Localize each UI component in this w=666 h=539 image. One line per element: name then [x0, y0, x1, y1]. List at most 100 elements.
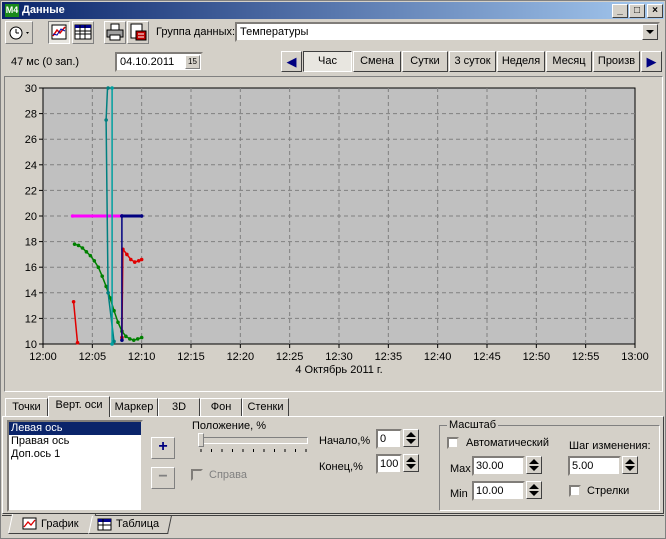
timing-status: 47 мс (0 зап.) — [11, 56, 80, 68]
axis-list-item[interactable]: Левая ось — [9, 422, 141, 435]
date-field[interactable]: 04.10.2011 15 — [115, 52, 203, 72]
title-bar[interactable]: M4 Данные _ □ × — [2, 2, 664, 19]
period-prev-button[interactable]: ◀ — [281, 51, 302, 72]
settings-tab[interactable]: Точки — [5, 398, 48, 416]
data-point — [106, 86, 110, 90]
data-point — [110, 86, 114, 90]
close-button[interactable]: × — [647, 4, 663, 18]
settings-tab[interactable]: Маркер — [110, 398, 158, 416]
x-tick-label: 12:50 — [523, 351, 551, 363]
settings-tab[interactable]: Фон — [200, 398, 242, 416]
x-tick-label: 13:00 — [621, 351, 649, 363]
max-value: 30.00 — [476, 460, 504, 472]
step-label: Шаг изменения: — [569, 440, 651, 452]
max-spinner[interactable] — [526, 456, 542, 474]
period-button[interactable]: Месяц — [546, 51, 592, 72]
y-tick-label: 28 — [25, 109, 37, 121]
data-point — [80, 246, 85, 250]
maximize-button[interactable]: □ — [629, 4, 645, 18]
data-point — [124, 334, 128, 339]
print-button[interactable] — [104, 21, 126, 44]
right-side-checkbox[interactable] — [191, 469, 203, 481]
axis-list[interactable]: Левая ось Правая ось Доп.ось 1 — [7, 420, 143, 512]
data-point — [96, 265, 101, 269]
export-button[interactable] — [127, 21, 149, 44]
data-point — [72, 242, 77, 246]
position-slider-thumb[interactable] — [198, 433, 204, 447]
end-spinner[interactable] — [403, 454, 419, 472]
table-view-button[interactable] — [72, 21, 94, 44]
data-point — [135, 337, 140, 341]
spinner-arrows-icon — [406, 432, 416, 444]
data-point — [104, 118, 108, 122]
data-point — [132, 260, 137, 264]
period-button[interactable]: 3 суток — [449, 51, 496, 72]
chart-view-button[interactable] — [48, 21, 70, 44]
settings-tab[interactable]: Стенки — [242, 398, 289, 416]
data-point — [128, 337, 132, 341]
start-spinner[interactable] — [403, 429, 419, 447]
step-value: 5.00 — [572, 460, 594, 472]
max-label: Max — [450, 463, 471, 475]
data-point — [139, 335, 144, 340]
y-tick-label: 30 — [25, 83, 37, 95]
data-point — [100, 274, 104, 278]
app-icon: M4 — [5, 4, 19, 17]
add-axis-button[interactable]: + — [151, 437, 175, 459]
start-label: Начало,% — [319, 435, 371, 447]
chevron-down-icon — [646, 30, 654, 34]
end-input[interactable]: 100 — [376, 454, 402, 474]
auto-scale-checkbox[interactable] — [447, 437, 459, 449]
window-title: Данные — [22, 4, 65, 16]
period-button[interactable]: Неделя — [497, 51, 545, 72]
period-next-button[interactable]: ▶ — [641, 51, 662, 72]
chart-view-icon — [51, 24, 67, 40]
dropdown-button[interactable] — [642, 24, 658, 40]
clock-button[interactable] — [5, 21, 33, 44]
min-value: 10.00 — [476, 485, 504, 497]
data-point — [110, 342, 114, 346]
scale-group-label: Масштаб — [447, 419, 499, 431]
y-tick-label: 10 — [25, 339, 37, 351]
settings-tab[interactable]: Верт. оси — [48, 396, 110, 417]
y-tick-label: 14 — [25, 288, 37, 300]
clock-icon — [9, 26, 29, 40]
settings-tab[interactable]: 3D — [158, 398, 200, 416]
period-button[interactable]: Смена — [353, 51, 401, 72]
position-slider-track[interactable] — [198, 437, 308, 444]
spinner-arrows-icon — [529, 459, 539, 471]
calendar-icon[interactable]: 15 — [185, 55, 200, 69]
min-input[interactable]: 10.00 — [472, 481, 525, 501]
y-tick-label: 26 — [25, 134, 37, 146]
x-tick-label: 12:05 — [79, 351, 107, 363]
period-button[interactable]: Произв — [593, 51, 640, 72]
x-tick-label: 12:25 — [276, 351, 304, 363]
spinner-arrows-icon — [625, 459, 635, 471]
step-spinner[interactable] — [622, 456, 638, 474]
date-value: 04.10.2011 — [120, 56, 175, 68]
min-spinner[interactable] — [526, 481, 542, 499]
spinner-arrows-icon — [406, 457, 416, 469]
arrows-checkbox[interactable] — [569, 485, 581, 497]
period-button[interactable]: Сутки — [402, 51, 448, 72]
export-icon — [130, 23, 147, 41]
step-input[interactable]: 5.00 — [568, 456, 621, 476]
x-tick-label: 12:10 — [128, 351, 156, 363]
start-input[interactable]: 0 — [376, 429, 402, 449]
minimize-button[interactable]: _ — [612, 4, 628, 18]
x-axis-label: 4 Октябрь 2011 г. — [295, 364, 382, 376]
data-group-label: Группа данных: — [156, 26, 236, 38]
x-tick-label: 12:40 — [424, 351, 452, 363]
max-input[interactable]: 30.00 — [472, 456, 525, 476]
period-button[interactable]: Час — [303, 51, 352, 72]
x-tick-label: 12:20 — [227, 351, 255, 363]
data-point — [116, 320, 120, 325]
right-side-label: Справа — [209, 469, 247, 481]
remove-axis-button[interactable]: − — [151, 467, 175, 489]
axis-list-item[interactable]: Правая ось — [9, 435, 141, 448]
axis-list-item[interactable]: Доп.ось 1 — [9, 448, 141, 461]
temperature-chart: 10 12 14 16 18 20 22 24 26 28 30 12:00 12:05 12:10 12:… — [25, 83, 649, 376]
data-group-value: Температуры — [240, 26, 309, 38]
data-point — [120, 338, 124, 342]
data-group-select[interactable]: Температуры — [235, 22, 660, 42]
